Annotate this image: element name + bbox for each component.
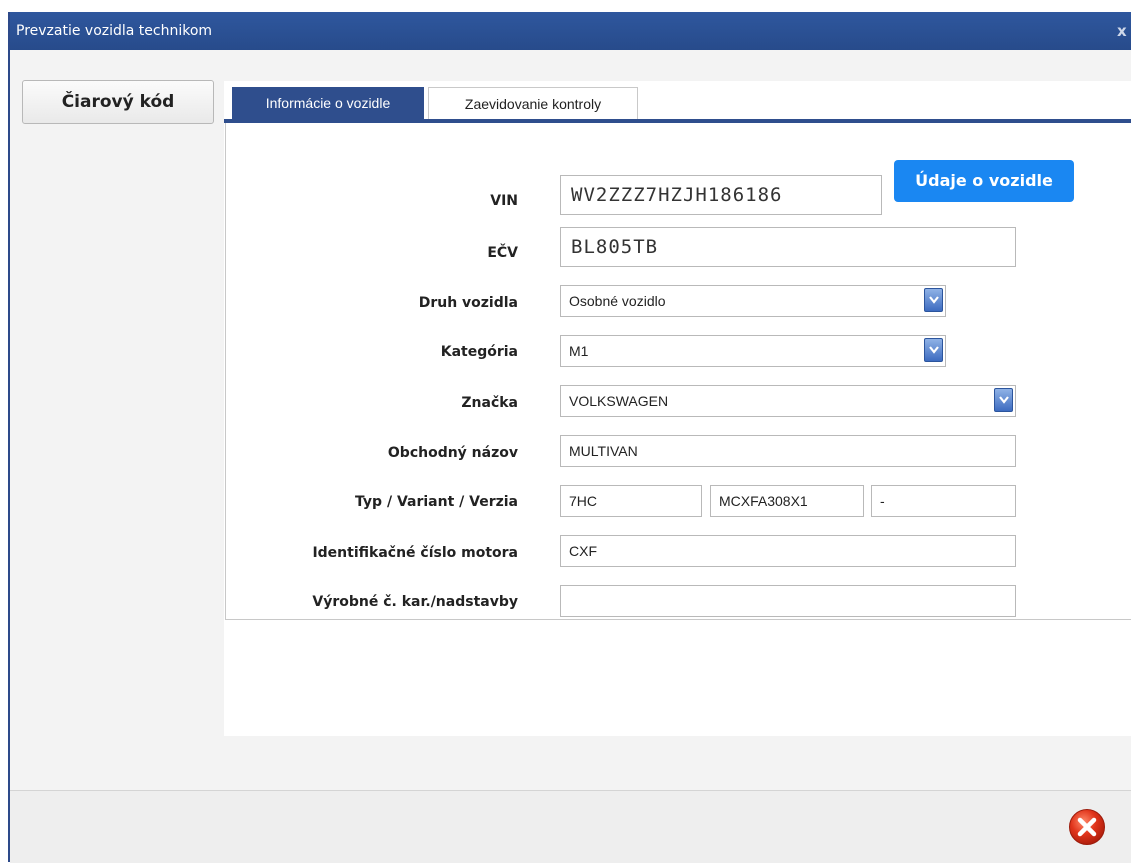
type-variant-version-label: Typ / Variant / Verzia (355, 494, 518, 510)
trade-name-input[interactable]: MULTIVAN (560, 435, 1016, 467)
tab-bar: Informácie o vozidle Zaevidovanie kontro… (224, 81, 1131, 123)
chevron-down-icon[interactable] (924, 288, 943, 312)
engine-id-input[interactable]: CXF (560, 535, 1016, 567)
dialog-footer (10, 790, 1131, 863)
brand-select[interactable]: VOLKSWAGEN (560, 385, 1016, 417)
window-close-icon[interactable]: x (1117, 12, 1131, 50)
dialog-window: Prevzatie vozidla technikom x Čiarový kó… (8, 12, 1131, 863)
window-title: Prevzatie vozidla technikom (16, 23, 213, 39)
variant-input[interactable]: MCXFA308X1 (710, 485, 864, 517)
title-bar: Prevzatie vozidla technikom x (10, 12, 1131, 50)
tab-inspection-record[interactable]: Zaevidovanie kontroly (428, 87, 638, 119)
tab-panel: Informácie o vozidle Zaevidovanie kontro… (224, 81, 1131, 736)
type-input[interactable]: 7HC (560, 485, 702, 517)
vin-label: VIN (490, 193, 518, 209)
barcode-button[interactable]: Čiarový kód (22, 80, 214, 124)
brand-value: VOLKSWAGEN (569, 393, 669, 409)
tab-vehicle-info[interactable]: Informácie o vozidle (232, 87, 424, 119)
vehicle-type-value: Osobné vozidlo (569, 293, 666, 309)
chevron-down-icon[interactable] (994, 388, 1013, 412)
category-select[interactable]: M1 (560, 335, 946, 367)
vehicle-info-form: VIN WV2ZZZ7HZJH186186 Údaje o vozidle EČ… (225, 123, 1131, 620)
chevron-down-icon[interactable] (924, 338, 943, 362)
vehicle-info-button[interactable]: Údaje o vozidle (894, 160, 1074, 202)
ecv-input[interactable]: BL805TB (560, 227, 1016, 267)
close-circle-icon[interactable] (1068, 808, 1106, 846)
category-value: M1 (569, 343, 589, 359)
vehicle-type-label: Druh vozidla (418, 295, 518, 311)
version-input[interactable]: - (871, 485, 1016, 517)
engine-id-label: Identifikačné číslo motora (312, 545, 518, 561)
ecv-label: EČV (487, 245, 518, 261)
brand-label: Značka (461, 395, 518, 411)
category-label: Kategória (440, 344, 518, 360)
trade-name-label: Obchodný názov (387, 445, 518, 461)
vehicle-type-select[interactable]: Osobné vozidlo (560, 285, 946, 317)
body-number-input[interactable] (560, 585, 1016, 617)
vin-input[interactable]: WV2ZZZ7HZJH186186 (560, 175, 882, 215)
body-number-label: Výrobné č. kar./nadstavby (312, 594, 518, 610)
